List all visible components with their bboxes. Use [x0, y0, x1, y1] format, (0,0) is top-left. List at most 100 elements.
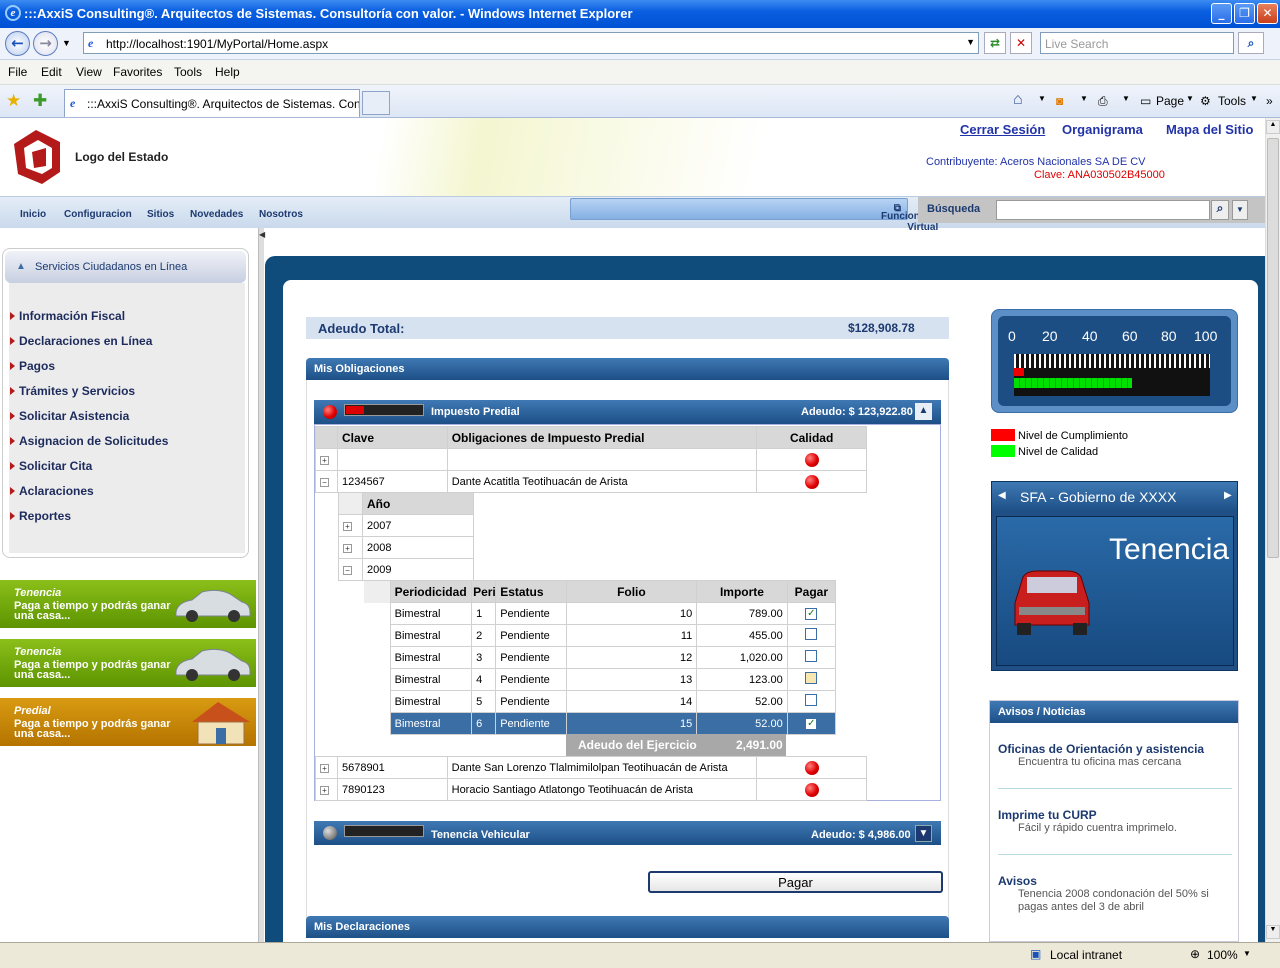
service-aclaraciones[interactable]: Aclaraciones [10, 484, 94, 498]
service-asignacion[interactable]: Asignacion de Solicitudes [9, 434, 168, 448]
browser-tab[interactable]: e :::AxxiS Consulting®. Arquitectos de S… [64, 89, 360, 117]
page-scrollbar[interactable]: ▲ ▼ [1265, 118, 1280, 942]
panel-splitter[interactable]: ◀ [258, 228, 265, 942]
col-periodo[interactable]: Peri [471, 580, 497, 603]
expand-icon[interactable]: + [320, 763, 329, 773]
col-calidad[interactable]: Calidad [756, 426, 867, 449]
url-dropdown-icon[interactable]: ▼ [966, 37, 975, 47]
pagar-checkbox[interactable] [805, 694, 818, 706]
service-reportes[interactable]: Reportes [9, 509, 71, 523]
col-obligaciones[interactable]: Obligaciones de Impuesto Predial [446, 426, 758, 449]
service-pagos[interactable]: Pagos [9, 359, 55, 373]
tenencia-header[interactable]: Tenencia Vehicular Adeudo: $ 4,986.00 ▼ [314, 821, 941, 845]
menu-file[interactable]: File [8, 65, 27, 79]
splitter-arrow-icon[interactable]: ◀ [259, 230, 265, 239]
print-icon[interactable]: ⎙ [1098, 94, 1108, 109]
expand-panel-icon[interactable]: ▼ [915, 825, 932, 842]
scroll-down-icon[interactable]: ▼ [1266, 925, 1280, 939]
more-chevron-icon[interactable]: » [1266, 94, 1273, 108]
predial-header[interactable]: Impuesto Predial Adeudo: $ 123,922.80 ▲ [314, 400, 941, 424]
feeds-dropdown-icon[interactable]: ▼ [1080, 94, 1088, 103]
page-dropdown-icon[interactable]: ▼ [1186, 94, 1194, 103]
print-dropdown-icon[interactable]: ▼ [1122, 94, 1130, 103]
col-pagar[interactable]: Pagar [786, 580, 837, 603]
forward-button[interactable]: → [33, 31, 58, 56]
logout-link[interactable]: Cerrar Sesión [960, 122, 1045, 137]
detail-row[interactable]: Bimestral 6 Pendiente 15 52.00 ✓ [364, 712, 837, 735]
zoom-icon[interactable]: ⊕ [1190, 947, 1200, 961]
nav-inicio[interactable]: Inicio [20, 209, 46, 220]
stop-button[interactable]: ✕ [1010, 32, 1032, 54]
nav-sitios[interactable]: Sitios [147, 209, 174, 220]
prev-arrow-icon[interactable]: ◀ [998, 490, 1006, 501]
service-declaraciones[interactable]: Declaraciones en Línea [9, 334, 152, 348]
refresh-button[interactable]: ⇄ [984, 32, 1006, 54]
aviso-title[interactable]: Avisos [998, 874, 1037, 888]
collapse-arrow-icon[interactable]: ▲ [16, 261, 26, 272]
add-favorite-icon[interactable]: ✚ [33, 91, 47, 111]
menu-view[interactable]: View [76, 65, 102, 79]
pagar-button[interactable]: Pagar [648, 871, 943, 893]
detail-row[interactable]: Bimestral 5 Pendiente 14 52.00 [364, 690, 837, 713]
collapse-row-icon[interactable]: − [320, 477, 329, 487]
history-dropdown-icon[interactable]: ▼ [62, 38, 71, 48]
expand-icon[interactable]: + [343, 521, 352, 531]
maximize-button[interactable]: ❐ [1234, 3, 1255, 24]
home-dropdown-icon[interactable]: ▼ [1038, 94, 1046, 103]
service-tramites[interactable]: Trámites y Servicios [9, 384, 135, 398]
next-arrow-icon[interactable]: ▶ [1224, 490, 1232, 501]
expand-icon[interactable]: + [320, 785, 329, 795]
pagar-checkbox[interactable] [805, 628, 818, 640]
promo-predial[interactable]: Predial Paga a tiempo y podrás ganar una… [0, 698, 256, 746]
detail-row[interactable]: Bimestral 3 Pendiente 12 1,020.00 [364, 646, 837, 669]
scroll-up-icon[interactable]: ▲ [1266, 120, 1280, 134]
favorites-star-icon[interactable]: ★ [6, 91, 21, 111]
close-button[interactable]: ✕ [1257, 3, 1278, 24]
col-anio[interactable]: Año [362, 492, 474, 515]
funcionario-virtual-button[interactable]: Funcionario Virtual ⧉ [570, 198, 938, 233]
pagar-checkbox[interactable]: ✓ [805, 608, 818, 620]
zoom-level[interactable]: 100% [1207, 948, 1238, 962]
new-tab-button[interactable] [362, 91, 390, 115]
service-asistencia[interactable]: Solicitar Asistencia [9, 409, 129, 423]
col-folio[interactable]: Folio [565, 580, 698, 603]
home-icon[interactable]: ⌂ [1013, 91, 1023, 109]
search-options-icon[interactable]: ▼ [1232, 200, 1248, 220]
detail-row[interactable]: Bimestral 2 Pendiente 11 455.00 [364, 624, 837, 647]
pagar-checkbox[interactable]: ✓ [805, 718, 818, 730]
collapse-row-icon[interactable]: − [343, 565, 352, 575]
service-cita[interactable]: Solicitar Cita [9, 459, 92, 473]
nav-nosotros[interactable]: Nosotros [259, 209, 303, 220]
search-button-icon[interactable]: ⌕ [1211, 200, 1229, 220]
collapse-icon[interactable]: ▲ [915, 403, 932, 420]
promo-tenencia-1[interactable]: Tenencia Paga a tiempo y podrás ganar un… [0, 580, 256, 628]
col-periodicidad[interactable]: Periodicidad [389, 580, 473, 603]
search-icon[interactable]: ⌕ [1238, 32, 1264, 54]
menu-help[interactable]: Help [215, 65, 240, 79]
aviso-title[interactable]: Oficinas de Orientación y asistencia [998, 742, 1204, 756]
url-field[interactable]: e http://localhost:1901/MyPortal/Home.as… [83, 32, 979, 54]
detail-row[interactable]: Bimestral 1 Pendiente 10 789.00 ✓ [364, 602, 837, 625]
sitemap-link[interactable]: Mapa del Sitio [1166, 122, 1253, 137]
expand-icon[interactable]: + [320, 455, 329, 465]
back-button[interactable]: ← [5, 31, 30, 56]
service-info-fiscal[interactable]: Información Fiscal [9, 309, 125, 323]
scroll-thumb[interactable] [1267, 138, 1279, 558]
live-search-input[interactable]: Live Search [1040, 32, 1234, 54]
nav-configuracion[interactable]: Configuracion [64, 209, 132, 220]
col-importe[interactable]: Importe [696, 580, 788, 603]
detail-row[interactable]: Bimestral 4 Pendiente 13 123.00 [364, 668, 837, 691]
pagar-checkbox[interactable] [805, 672, 818, 684]
minimize-button[interactable]: _ [1211, 3, 1232, 24]
organigrama-link[interactable]: Organigrama [1062, 122, 1143, 137]
tools-dropdown-icon[interactable]: ▼ [1250, 94, 1258, 103]
col-estatus[interactable]: Estatus [495, 580, 567, 603]
page-menu[interactable]: Page [1156, 94, 1184, 108]
col-clave[interactable]: Clave [336, 426, 448, 449]
sfa-banner[interactable]: ◀ SFA - Gobierno de XXXX ▶ Tenencia [991, 481, 1238, 671]
nav-novedades[interactable]: Novedades [190, 209, 243, 220]
expand-icon[interactable]: + [343, 543, 352, 553]
menu-edit[interactable]: Edit [41, 65, 62, 79]
promo-tenencia-2[interactable]: Tenencia Paga a tiempo y podrás ganar un… [0, 639, 256, 687]
aviso-title[interactable]: Imprime tu CURP [998, 808, 1097, 822]
